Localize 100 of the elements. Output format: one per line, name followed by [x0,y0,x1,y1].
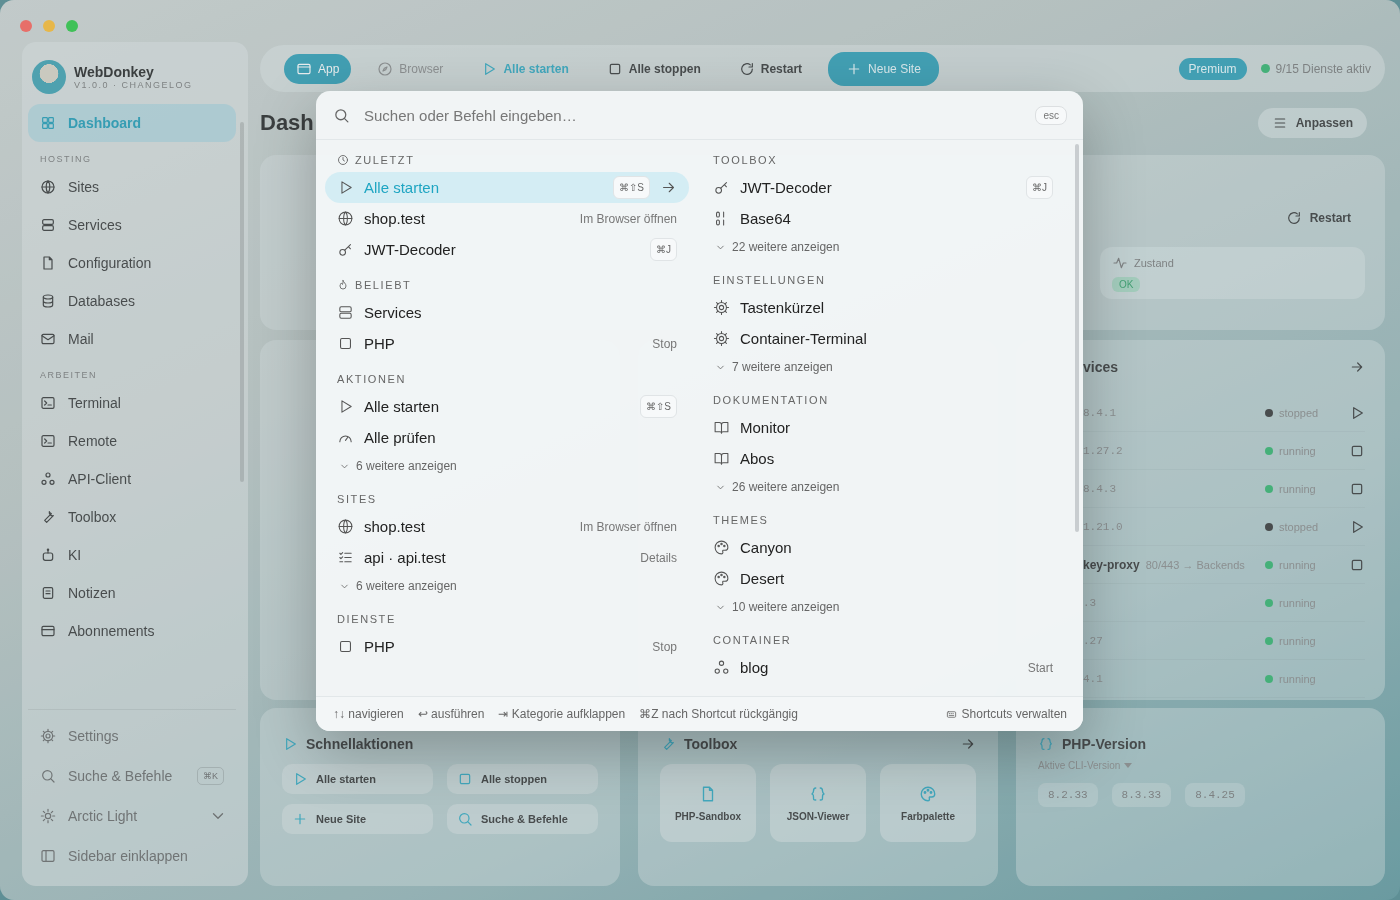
service-name: key-proxy [1083,557,1140,572]
category-heading: AKTIONEN [337,373,407,385]
sidebar-item[interactable]: KI [28,536,236,574]
manage-shortcuts-link[interactable]: Shortcuts verwalten [945,707,1067,721]
card-title: PHP-Version [1062,736,1147,752]
shortcut-key: ⌘J [1026,176,1053,199]
show-more-link[interactable]: 7 weitere anzeigen [701,354,1065,380]
command-hint: Im Browser öffnen [579,519,677,534]
command-label: JWT-Decoder [740,179,832,196]
escape-key: esc [1035,105,1067,125]
sidebar-item[interactable]: Notizen [28,574,236,612]
command-item[interactable]: blog Start [701,652,1065,683]
sidebar-item[interactable]: Configuration [28,244,236,282]
command-item[interactable]: Alle starten ⌘⇧S [325,391,689,422]
terminal-icon [40,395,56,411]
square-icon [337,335,354,352]
shortcut-key: ⌘⇧S [613,176,650,199]
command-item[interactable]: JWT-Decoder ⌘J [325,234,689,265]
caret-icon [1124,763,1133,768]
show-more-link[interactable]: 26 weitere anzeigen [701,474,1065,500]
sidebar-item[interactable]: Sites [28,168,236,206]
command-label: PHP [364,638,395,655]
command-item[interactable]: Desert [701,563,1065,594]
category-heading: DOKUMENTATION [713,394,829,406]
toolbar-button[interactable]: Alle stoppen [594,53,713,84]
search-icon [457,811,473,827]
show-more-link[interactable]: 22 weitere anzeigen [701,234,1065,260]
keyboard-hint: ⇥ Kategorie aufklappen [498,707,626,721]
sidebar-item[interactable]: Databases [28,282,236,320]
file-icon [40,255,56,271]
square-icon [337,638,354,655]
sidebar-item[interactable]: Terminal [28,384,236,422]
book-icon [713,450,730,467]
keyboard-hint: ↩ ausführen [417,707,485,721]
toolbar-button[interactable]: Restart [726,53,815,84]
sidebar-item[interactable]: Arctic Light [28,796,236,836]
palette-icon [713,539,730,556]
shortcut-key: ⌘⇧S [640,395,677,418]
command-item[interactable]: Tastenkürzel [701,292,1065,323]
square-icon [457,771,473,787]
service-status: 9/15 Dienste aktiv [1275,61,1371,76]
category-heading: SITES [337,493,377,505]
command-item[interactable]: Alle starten ⌘⇧S [325,172,689,203]
command-item[interactable]: Base64 [701,203,1065,234]
command-label: shop.test [364,210,425,227]
note-icon [40,585,56,601]
card-title: Schnellaktionen [306,736,414,752]
palette-icon [713,570,730,587]
keyboard-hint: ⌘Z nach Shortcut rückgängig [639,707,798,721]
command-item[interactable]: PHP Stop [325,328,689,359]
command-label: shop.test [364,518,425,535]
clock-icon [337,154,349,166]
command-item[interactable]: Alle prüfen [325,422,689,453]
command-item[interactable]: PHP Stop [325,631,689,662]
gear-icon [713,299,730,316]
arrow-icon[interactable] [1349,359,1365,375]
command-item[interactable]: shop.test Im Browser öffnen [325,203,689,234]
show-more-link[interactable]: 6 weitere anzeigen [325,453,689,479]
command-item[interactable]: Services [325,297,689,328]
command-item[interactable]: JWT-Decoder ⌘J [701,172,1065,203]
command-item[interactable]: Container-Terminal [701,323,1065,354]
sidebar-item[interactable]: Remote [28,422,236,460]
command-item[interactable]: shop.test Im Browser öffnen [325,511,689,542]
sidebar-item[interactable]: Mail [28,320,236,358]
sidebar-item[interactable]: Toolbox [28,498,236,536]
page-title: Dash [260,109,314,136]
category-heading: ZULETZT [355,154,415,166]
arrow-icon[interactable] [960,736,976,752]
show-more-link[interactable]: 10 weitere anzeigen [701,594,1065,620]
sidebar-item[interactable]: Services [28,206,236,244]
command-label: blog [740,659,769,676]
palette-icon [919,784,937,803]
search-field[interactable]: Suchen oder Befehl eingeben… [362,105,1024,125]
server-icon [40,217,56,233]
command-label: Base64 [740,210,791,227]
show-more-link[interactable]: 6 weitere anzeigen [325,573,689,599]
section-heading: HOSTING [39,153,93,166]
command-label: api · api.test [364,549,446,566]
globe-icon [40,179,56,195]
flame-icon [337,279,349,291]
sidebar-item[interactable]: API-Client [28,460,236,498]
sidebar-item[interactable]: Settings [28,716,236,756]
search-icon [40,768,56,784]
mail-icon [40,331,56,347]
restart-button[interactable]: Restart [1271,203,1365,233]
command-item[interactable]: Canyon [701,532,1065,563]
sidebar-item[interactable]: Sidebar einklappen [28,836,236,876]
command-item[interactable]: Abos [701,443,1065,474]
app-name: WebDonkey [74,64,155,80]
sidebar-item[interactable]: Abonnements [28,612,236,650]
command-item[interactable]: Monitor [701,412,1065,443]
command-hint: Start [1027,660,1053,675]
command-item[interactable]: api · api.test Details [325,542,689,573]
network-icon [713,659,730,676]
robot-icon [40,547,56,563]
category-heading: BELIEBT [355,279,412,291]
command-label: Services [364,304,422,321]
sidebar-item[interactable]: Suche & Befehle ⌘K [28,756,236,796]
command-label: Alle starten [364,398,440,415]
command-hint: Im Browser öffnen [579,211,677,226]
